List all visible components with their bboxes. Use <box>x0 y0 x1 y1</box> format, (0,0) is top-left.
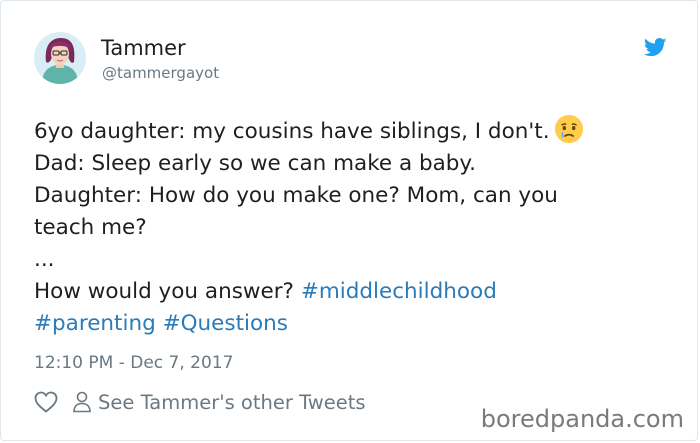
tweet-line: 6yo daughter: my cousins have siblings, … <box>34 114 674 148</box>
tweet-actions: See Tammer's other Tweets <box>34 387 366 417</box>
tweet-line: #parenting #Questions <box>34 308 674 340</box>
hashtag-link[interactable]: #parenting <box>34 311 156 336</box>
tweet-line: How would you answer? #middlechildhood <box>34 276 674 308</box>
tweet-line: Dad: Sleep early so we can make a baby. <box>34 151 476 176</box>
tweet-card: Tammer @tammergayot 6yo daughter: my cou… <box>0 0 698 441</box>
see-other-tweets-link[interactable]: See Tammer's other Tweets <box>72 391 366 414</box>
tweet-line-text: 6yo daughter: my cousins have siblings, … <box>34 119 550 144</box>
tweet-line-text: How would you answer? <box>34 279 294 304</box>
heart-icon[interactable] <box>34 391 58 413</box>
tweet-line: Daughter: How do you make one? Mom, can … <box>34 183 558 208</box>
tweet-line: ... <box>34 247 55 272</box>
crying-face-emoji <box>554 114 583 144</box>
hashtag-link[interactable]: #middlechildhood <box>301 279 497 304</box>
watermark: boredpanda.com <box>480 405 684 433</box>
twitter-bird-icon[interactable] <box>644 38 667 57</box>
author-handle[interactable]: @tammergayot <box>102 63 219 83</box>
hashtag-link[interactable]: #Questions <box>163 311 288 336</box>
author-display-name[interactable]: Tammer <box>101 35 186 61</box>
tweet-text: 6yo daughter: my cousins have siblings, … <box>34 114 674 340</box>
see-other-tweets-label: See Tammer's other Tweets <box>98 390 366 414</box>
tweet-line: teach me? <box>34 215 147 240</box>
avatar[interactable] <box>34 32 86 84</box>
avatar-illustration <box>34 32 86 84</box>
tweet-timestamp[interactable]: 12:10 PM - Dec 7, 2017 <box>34 351 233 375</box>
person-icon <box>73 391 91 413</box>
